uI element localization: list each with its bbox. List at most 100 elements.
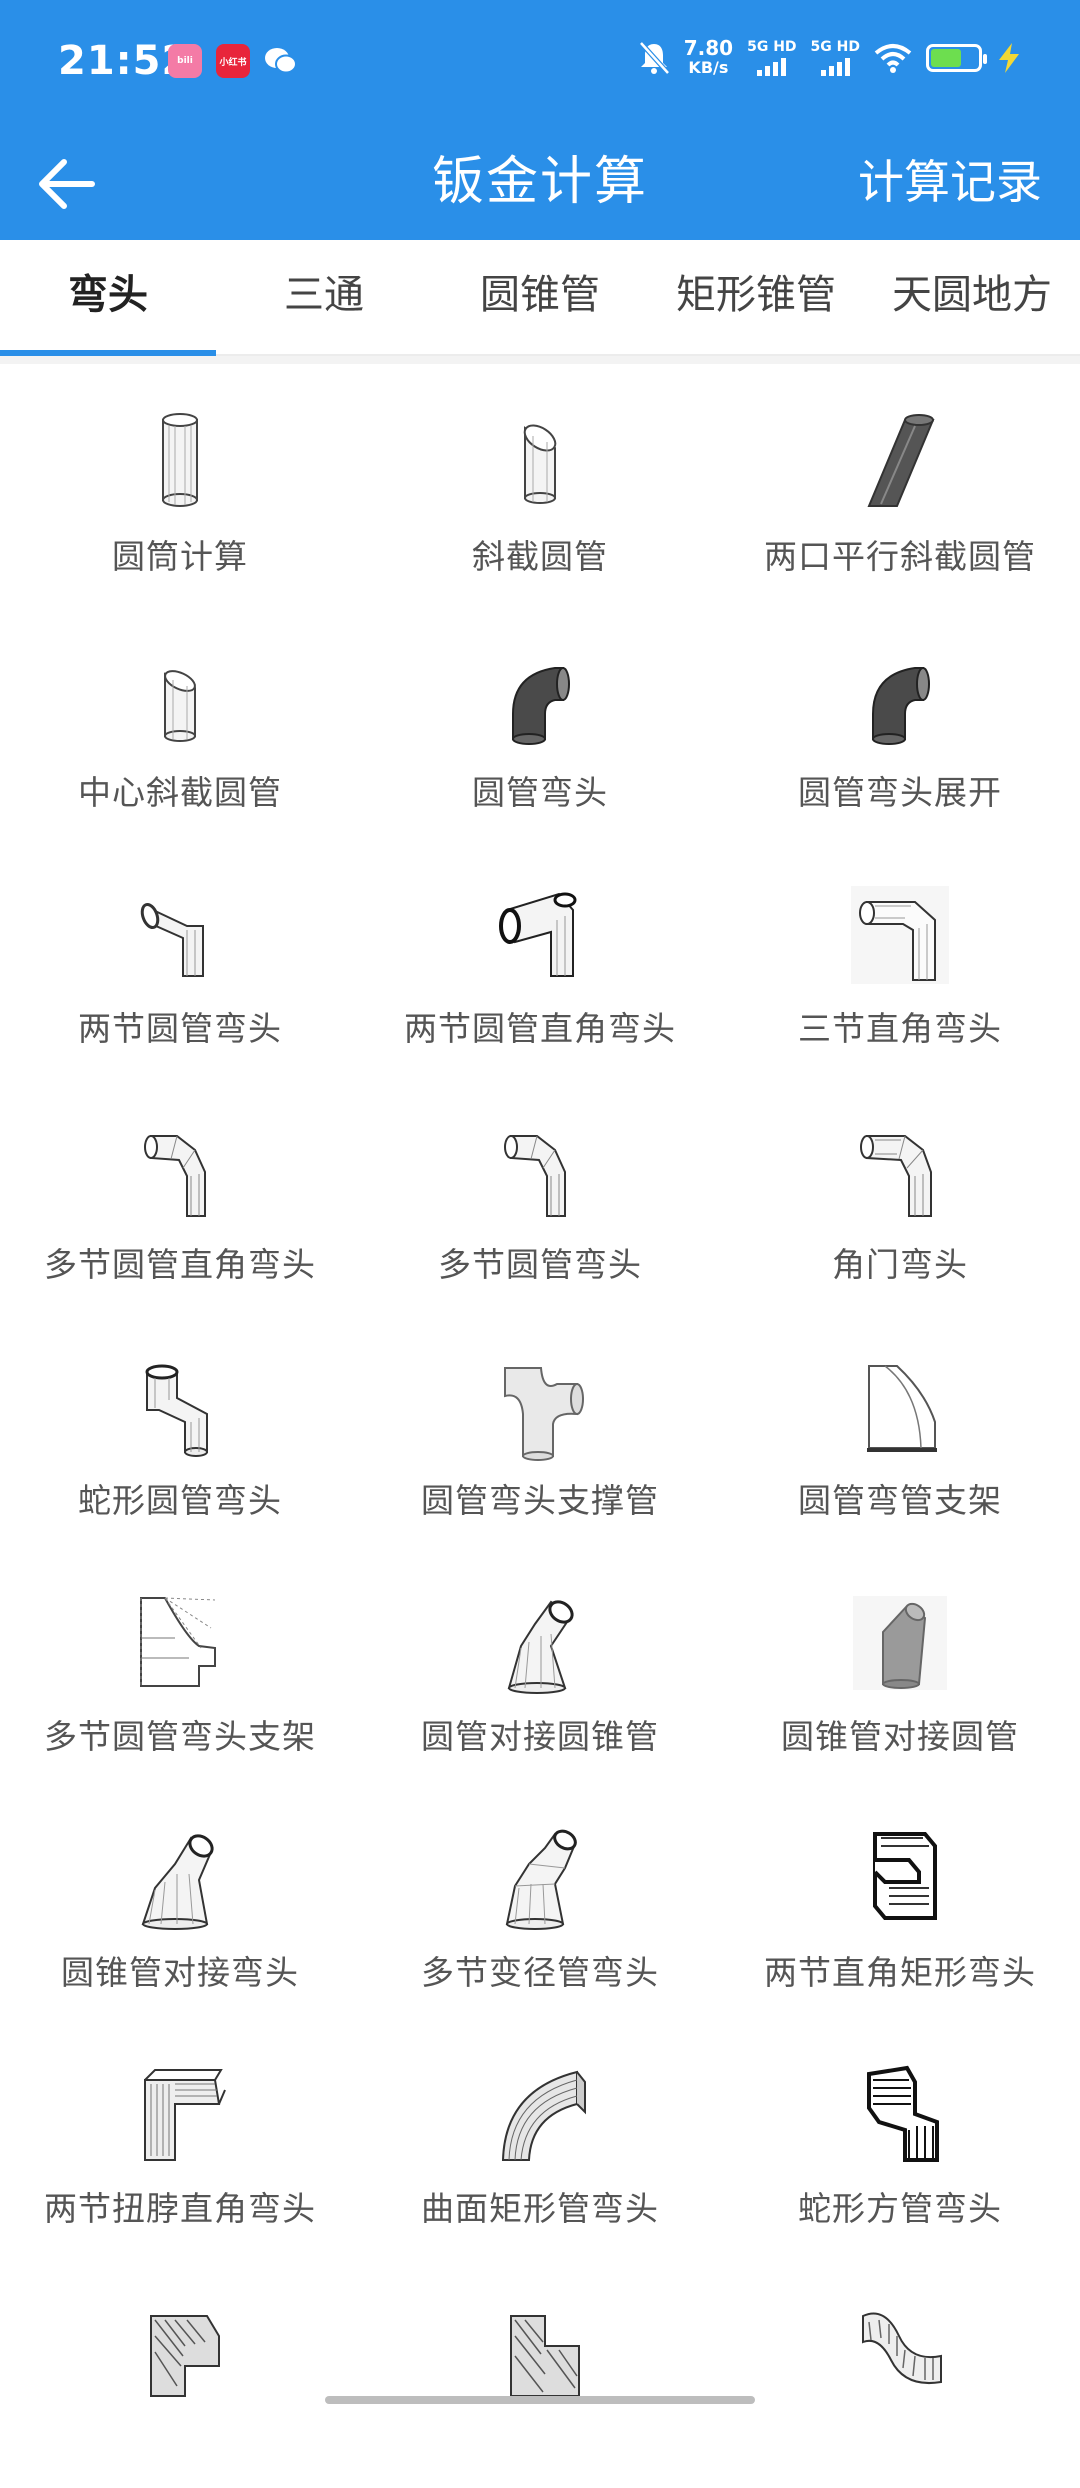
pipe-elbow-icon xyxy=(512,667,570,745)
item-label: 曲面矩形管弯头 xyxy=(421,2189,659,2228)
item-label: 圆管弯头支撑管 xyxy=(421,1481,659,1520)
grid-item[interactable]: 圆锥管对接弯头 xyxy=(0,1780,360,2016)
item-label: 多节圆管弯头支架 xyxy=(44,1717,316,1756)
item-label: 圆管对接圆锥管 xyxy=(421,1717,659,1756)
grid-item[interactable] xyxy=(720,2252,1080,2488)
tab-round-to-square[interactable]: 天圆地方 xyxy=(864,240,1080,356)
grid-item[interactable]: 圆锥管对接圆管 xyxy=(720,1544,1080,1780)
network-speed: 7.80 KB/s xyxy=(683,36,734,77)
grid-item[interactable] xyxy=(360,2252,720,2488)
grid-item[interactable]: 蛇形圆管弯头 xyxy=(0,1308,360,1544)
mute-bell-icon xyxy=(638,41,670,75)
grid-item[interactable]: 角门弯头 xyxy=(720,1072,1080,1308)
oblique-cut-pipe-icon xyxy=(523,424,557,504)
tab-elbow[interactable]: 弯头 xyxy=(0,240,216,358)
grid-item[interactable]: 圆筒计算 xyxy=(0,364,360,600)
item-label: 角门弯头 xyxy=(832,1245,968,1284)
grid-item[interactable]: 曲面矩形管弯头 xyxy=(360,2016,720,2252)
snake-pipe-elbow-icon xyxy=(145,1364,208,1457)
grid-item[interactable]: 三节直角弯头 xyxy=(720,836,1080,1072)
item-label: 蛇形方管弯头 xyxy=(798,2189,1002,2228)
grid-item[interactable]: 圆管弯头支撑管 xyxy=(360,1308,720,1544)
tab-rect-cone[interactable]: 矩形锥管 xyxy=(648,240,864,356)
grid-item[interactable]: 多节变径管弯头 xyxy=(360,1780,720,2016)
curved-strip-elbow-icon xyxy=(862,2312,942,2384)
snake-square-elbow-icon xyxy=(867,2065,939,2162)
grid-item[interactable]: 两节扭脖直角弯头 xyxy=(0,2016,360,2252)
grid-item[interactable]: 两节圆管弯头 xyxy=(0,836,360,1072)
grid-item[interactable]: 两节圆管直角弯头 xyxy=(360,836,720,1072)
item-label: 蛇形圆管弯头 xyxy=(78,1481,282,1520)
item-label: 圆锥管对接弯头 xyxy=(61,1953,299,1992)
status-app-icons: bili 小红书 xyxy=(168,44,298,78)
grid-item[interactable]: 多节圆管弯头 xyxy=(360,1072,720,1308)
grid-item[interactable]: 圆管对接圆锥管 xyxy=(360,1544,720,1780)
cone-to-pipe-icon xyxy=(853,1596,947,1690)
grid-item[interactable]: 中心斜截圆管 xyxy=(0,600,360,836)
battery-icon xyxy=(926,44,987,72)
item-label: 多节圆管直角弯头 xyxy=(44,1245,316,1284)
bilibili-icon: bili xyxy=(168,44,202,78)
two-segment-elbow-icon xyxy=(140,902,204,977)
app-bar: 钣金计算 计算记录 xyxy=(0,128,1080,240)
twisted-neck-elbow-icon xyxy=(144,2069,226,2161)
curved-rect-elbow-icon xyxy=(501,2070,586,2161)
pipe-elbow-unfold-icon xyxy=(872,667,930,745)
item-label: 多节圆管弯头 xyxy=(438,1245,642,1284)
grid-item[interactable]: 两节直角矩形弯头 xyxy=(720,1780,1080,2016)
rect-elbow-partial-icon xyxy=(150,2315,220,2397)
item-label: 圆筒计算 xyxy=(112,537,248,576)
signal-sim2: 5G HD xyxy=(811,40,860,76)
calc-history-button[interactable]: 计算记录 xyxy=(858,128,1042,240)
item-label: 圆管弯头展开 xyxy=(798,773,1002,812)
grid-item[interactable]: 两口平行斜截圆管 xyxy=(720,364,1080,600)
item-label: 圆管弯管支架 xyxy=(798,1481,1002,1520)
charging-icon xyxy=(999,43,1019,73)
multi-segment-elbow-icon xyxy=(504,1135,566,1217)
status-bar: 21:52 bili 小红书 7.80 KB/s 5G HD 5G HD xyxy=(0,0,1080,128)
item-label: 两节圆管直角弯头 xyxy=(404,1009,676,1048)
grid-item[interactable]: 多节圆管直角弯头 xyxy=(0,1072,360,1308)
item-label: 中心斜截圆管 xyxy=(78,773,282,812)
multi-reducer-elbow-icon xyxy=(505,1829,577,1930)
xiaohongshu-icon: 小红书 xyxy=(216,44,250,78)
wechat-icon xyxy=(264,44,298,78)
bent-pipe-bracket-icon xyxy=(867,1365,937,1452)
signal-sim1: 5G HD xyxy=(747,40,797,76)
wifi-icon xyxy=(874,44,912,73)
item-label: 多节变径管弯头 xyxy=(421,1953,659,1992)
tabs-divider xyxy=(0,356,1080,364)
item-label: 三节直角弯头 xyxy=(798,1009,1002,1048)
multi-segment-right-elbow-icon xyxy=(144,1135,206,1217)
item-label: 斜截圆管 xyxy=(472,537,608,576)
grid-item[interactable]: 斜截圆管 xyxy=(360,364,720,600)
item-label: 两节扭脖直角弯头 xyxy=(44,2189,316,2228)
rect-elbow-partial-icon xyxy=(510,2315,580,2397)
parallel-oblique-pipe-icon xyxy=(867,414,935,507)
item-label: 两节直角矩形弯头 xyxy=(764,1953,1036,1992)
grid-item[interactable]: 圆管弯头展开 xyxy=(720,600,1080,836)
elbow-support-pipe-icon xyxy=(504,1367,584,1461)
two-segment-right-elbow-icon xyxy=(499,892,577,977)
item-label: 两节圆管弯头 xyxy=(78,1009,282,1048)
cylinder-icon xyxy=(162,413,198,507)
center-oblique-pipe-icon xyxy=(164,670,196,742)
status-right: 7.80 KB/s 5G HD 5G HD xyxy=(638,38,1022,78)
two-segment-rect-elbow-icon xyxy=(873,1832,937,1920)
tab-tee[interactable]: 三通 xyxy=(216,240,432,356)
item-label: 两口平行斜截圆管 xyxy=(764,537,1036,576)
grid-item[interactable]: 蛇形方管弯头 xyxy=(720,2016,1080,2252)
category-tabs: 弯头 三通 圆锥管 矩形锥管 天圆地方 xyxy=(0,240,1080,358)
item-label: 圆管弯头 xyxy=(472,773,608,812)
grid-item[interactable]: 多节圆管弯头支架 xyxy=(0,1544,360,1780)
cone-elbow-icon xyxy=(141,1834,214,1930)
corner-door-elbow-icon xyxy=(860,1135,932,1217)
home-indicator[interactable] xyxy=(325,2396,755,2404)
grid-item[interactable]: 圆管弯头 xyxy=(360,600,720,836)
grid-item[interactable] xyxy=(0,2252,360,2488)
grid-item[interactable]: 圆管弯管支架 xyxy=(720,1308,1080,1544)
tab-cone-pipe[interactable]: 圆锥管 xyxy=(432,240,648,356)
item-label: 圆锥管对接圆管 xyxy=(781,1717,1019,1756)
three-segment-right-elbow-icon xyxy=(851,886,949,984)
pipe-to-cone-icon xyxy=(507,1600,574,1694)
